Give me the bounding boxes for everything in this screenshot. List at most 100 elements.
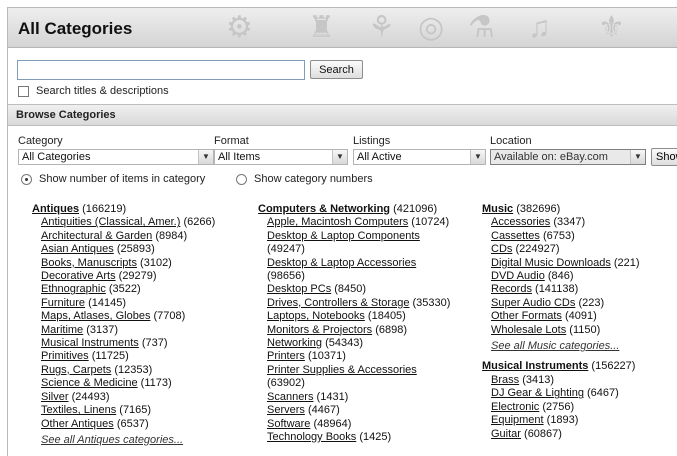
subcategory-link[interactable]: Books, Manuscripts — [41, 257, 137, 269]
subcategory-count: (29279) — [118, 270, 157, 283]
subcategory-link[interactable]: Antiquities (Classical, Amer.) — [41, 216, 180, 228]
decorative-pattern-icon: ♫ — [528, 11, 551, 44]
subcategory-link[interactable]: Desktop PCs — [267, 283, 331, 295]
category-header: Musical Instruments (156227) — [482, 360, 640, 373]
chevron-down-icon[interactable]: ▼ — [198, 150, 213, 164]
subcategory-link[interactable]: Decorative Arts — [41, 270, 116, 282]
subcategory-count: (98656) — [267, 270, 305, 283]
subcategory-link[interactable]: Records — [491, 283, 532, 295]
subcategory-link[interactable]: DJ Gear & Lighting — [491, 387, 584, 399]
subcategory-count: (8450) — [334, 283, 367, 296]
subcategory-link[interactable]: Maps, Atlases, Globes — [41, 310, 150, 322]
subcategory-count: (221) — [613, 256, 640, 269]
search-titles-descriptions-option[interactable]: Search titles & descriptions — [18, 84, 169, 98]
subcategory-count: (3102) — [140, 256, 172, 269]
subcategory-link[interactable]: Cassettes — [491, 230, 540, 242]
category-filter-label: Category — [18, 135, 63, 147]
subcategory-link[interactable]: Furniture — [41, 297, 85, 309]
subcategory-link[interactable]: DVD Audio — [491, 270, 545, 282]
category-count: (382696) — [516, 203, 561, 215]
subcategory-link[interactable]: Brass — [491, 374, 519, 386]
subcategory-count: (4467) — [307, 404, 340, 417]
subcategory-link[interactable]: Accessories — [491, 216, 550, 228]
subcategory-count: (14145) — [88, 296, 127, 309]
listings-select-value: All Active — [357, 151, 402, 163]
subcategory-link[interactable]: Other Antiques — [41, 418, 114, 430]
subcategory-link[interactable]: Technology Books — [267, 431, 356, 443]
subcategory-item: Accessories (3347) — [482, 216, 640, 229]
show-item-counts-radio[interactable] — [21, 173, 32, 185]
show-item-counts-option[interactable]: Show number of items in category — [21, 172, 205, 186]
chevron-down-icon[interactable]: ▼ — [470, 150, 485, 164]
chevron-down-icon[interactable]: ▼ — [630, 150, 645, 164]
search-button[interactable]: Search — [310, 60, 363, 79]
show-button[interactable]: Show — [651, 148, 677, 166]
show-category-numbers-radio[interactable] — [236, 173, 247, 185]
subcategory-item: Digital Music Downloads (221) — [482, 257, 640, 270]
subcategory-link[interactable]: Equipment — [491, 414, 544, 426]
category-select[interactable]: All Categories ▼ — [18, 149, 214, 165]
subcategory-link[interactable]: CDs — [491, 243, 512, 255]
format-filter-label: Format — [214, 135, 249, 147]
see-all-link[interactable]: See all Music categories... — [482, 340, 640, 353]
category-link[interactable]: Music — [482, 203, 513, 215]
subcategory-link[interactable]: Electronic — [491, 401, 539, 413]
listings-select[interactable]: All Active ▼ — [353, 149, 486, 165]
subcategory-link[interactable]: Laptops, Notebooks — [267, 310, 365, 322]
subcategory-link[interactable]: Wholesale Lots — [491, 324, 566, 336]
subcategory-link[interactable]: Other Formats — [491, 310, 562, 322]
subcategory-link[interactable]: Guitar — [491, 428, 521, 440]
subcategory-link[interactable]: Digital Music Downloads — [491, 257, 611, 269]
subcategory-link[interactable]: Super Audio CDs — [491, 297, 575, 309]
subcategory-link[interactable]: Drives, Controllers & Storage — [267, 297, 409, 309]
subcategory-link[interactable]: Primitives — [41, 350, 89, 362]
subcategory-link[interactable]: Servers — [267, 404, 305, 416]
subcategory-link[interactable]: Networking — [267, 337, 322, 349]
subcategory-link[interactable]: Monitors & Projectors — [267, 324, 372, 336]
subcategory-link[interactable]: Asian Antiques — [41, 243, 114, 255]
subcategory-item: Wholesale Lots (1150) — [482, 324, 640, 337]
subcategory-link[interactable]: Ethnographic — [41, 283, 106, 295]
subcategory-link[interactable]: Architectural & Garden — [41, 230, 152, 242]
location-select-value: Available on: eBay.com — [494, 151, 608, 163]
location-select[interactable]: Available on: eBay.com ▼ — [490, 149, 646, 165]
format-select[interactable]: All Items ▼ — [214, 149, 348, 165]
subcategory-count: (25893) — [116, 243, 155, 256]
subcategory-item-count-line: (98656) — [258, 270, 450, 283]
subcategory-count: (6537) — [116, 417, 149, 430]
subcategory-count: (60867) — [524, 427, 562, 440]
search-input[interactable] — [17, 60, 305, 80]
subcategory-link[interactable]: Desktop & Laptop Components — [267, 230, 420, 242]
subcategory-link[interactable]: Scanners — [267, 391, 313, 403]
subcategory-link[interactable]: Printers — [267, 350, 305, 362]
see-all-link[interactable]: See all Antiques categories... — [32, 434, 215, 447]
subcategory-count: (1425) — [359, 430, 392, 443]
subcategory-item: Printers (10371) — [258, 350, 450, 363]
subcategory-item: Ethnographic (3522) — [32, 283, 215, 296]
category-link[interactable]: Musical Instruments — [482, 360, 588, 372]
subcategory-item: Brass (3413) — [482, 374, 640, 387]
subcategory-link[interactable]: Apple, Macintosh Computers — [267, 216, 408, 228]
subcategory-link[interactable]: Musical Instruments — [41, 337, 139, 349]
subcategory-link[interactable]: Software — [267, 418, 310, 430]
subcategory-count: (8984) — [155, 229, 188, 242]
subcategory-item: Software (48964) — [258, 418, 450, 431]
subcategory-link[interactable]: Maritime — [41, 324, 83, 336]
search-titles-descriptions-checkbox[interactable] — [18, 85, 29, 97]
subcategory-link[interactable]: Textiles, Linens — [41, 404, 116, 416]
category-link[interactable]: Computers & Networking — [258, 203, 390, 215]
subcategory-link[interactable]: Silver — [41, 391, 69, 403]
decorative-pattern-icon: ⚗ — [468, 11, 495, 44]
subcategory-item-count-line: (49247) — [258, 243, 450, 256]
subcategory-item: Desktop PCs (8450) — [258, 283, 450, 296]
subcategory-link[interactable]: Desktop & Laptop Accessories — [267, 257, 416, 269]
subcategory-item: Apple, Macintosh Computers (10724) — [258, 216, 450, 229]
subcategory-count: (6467) — [587, 387, 619, 400]
subcategory-item: Books, Manuscripts (3102) — [32, 257, 215, 270]
category-link[interactable]: Antiques — [32, 203, 79, 215]
subcategory-link[interactable]: Science & Medicine — [41, 377, 138, 389]
subcategory-link[interactable]: Rugs, Carpets — [41, 364, 111, 376]
subcategory-link[interactable]: Printer Supplies & Accessories — [267, 364, 417, 376]
show-category-numbers-option[interactable]: Show category numbers — [236, 172, 373, 186]
chevron-down-icon[interactable]: ▼ — [332, 150, 347, 164]
